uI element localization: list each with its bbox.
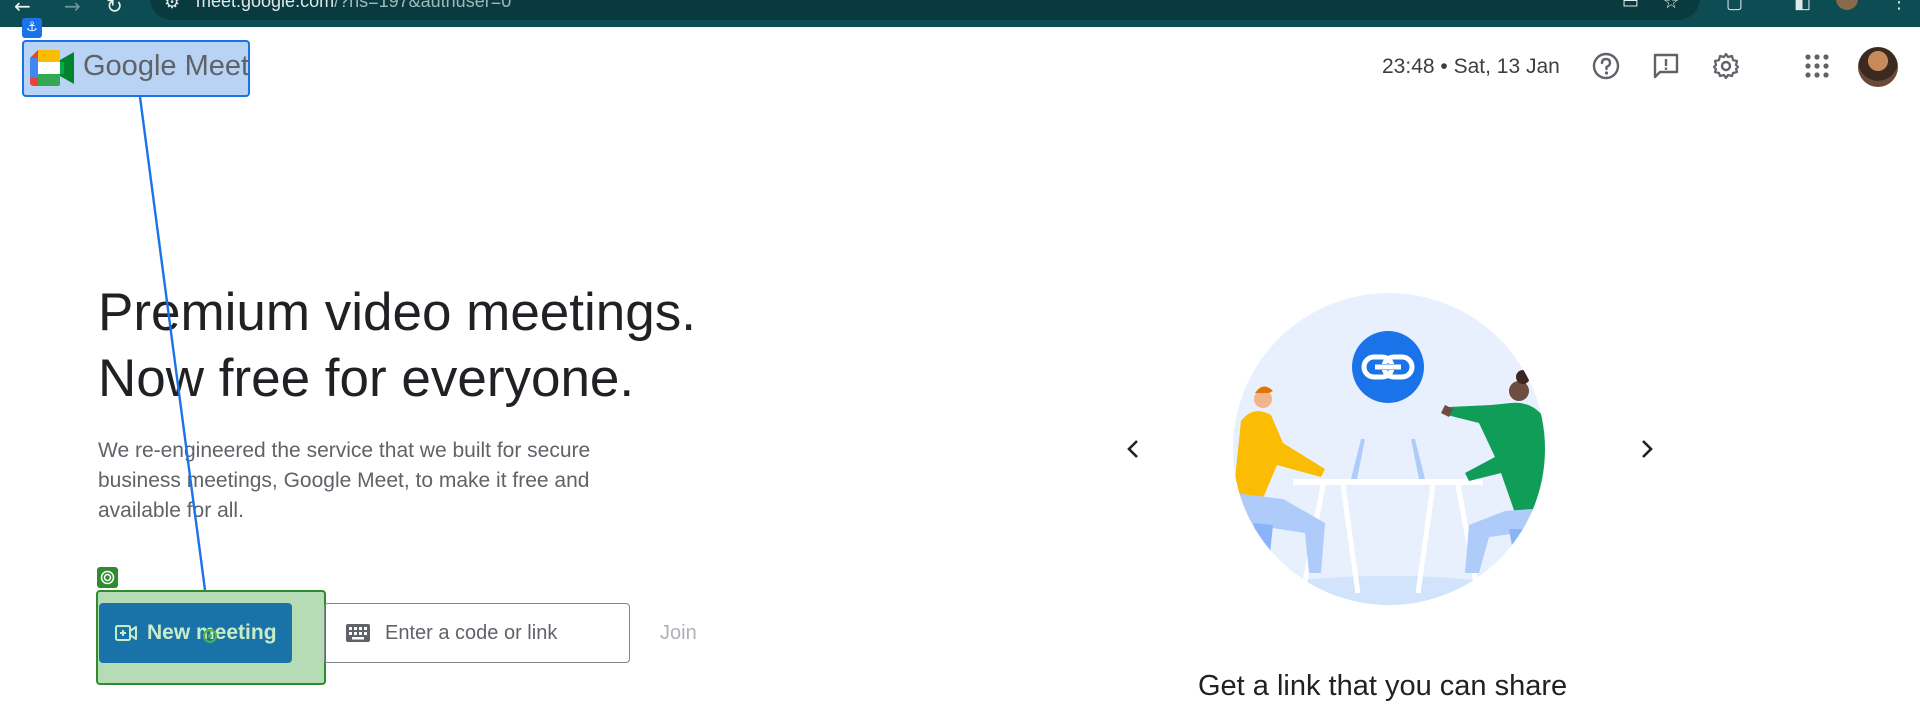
browser-menu-icon[interactable]: ⋮: [1890, 0, 1908, 13]
headline-line-2: Now free for everyone.: [98, 349, 635, 408]
keyboard-icon: [346, 624, 370, 642]
chevron-right-icon: [1642, 440, 1653, 458]
meeting-code-field[interactable]: [324, 603, 630, 663]
url-host: meet.google.com: [196, 0, 335, 11]
new-meeting-button[interactable]: New meeting: [99, 603, 292, 663]
site-info-icon[interactable]: ⚙: [164, 0, 180, 13]
carousel-previous-button[interactable]: [1117, 433, 1149, 465]
apps-grid-icon[interactable]: [1801, 50, 1833, 82]
feedback-icon[interactable]: [1650, 50, 1682, 82]
chevron-left-icon: [1127, 440, 1138, 458]
browser-toolbar: ← → ↻ ⚙ meet.google.com/?hs=197&authuser…: [0, 0, 1920, 27]
carousel-next-button[interactable]: [1631, 433, 1663, 465]
forward-icon[interactable]: →: [64, 0, 81, 18]
meeting-code-input[interactable]: [385, 621, 605, 645]
video-add-icon: [115, 625, 137, 641]
url-text[interactable]: meet.google.com/?hs=197&authuser=0: [196, 0, 511, 12]
current-datetime: 23:48 • Sat, 13 Jan: [1382, 55, 1560, 78]
cast-icon[interactable]: ▭: [1622, 0, 1639, 13]
page-description: We re-engineered the service that we bui…: [98, 439, 591, 522]
google-meet-logo-icon[interactable]: [30, 50, 74, 86]
logo-meet-text: Meet: [184, 50, 250, 82]
reload-icon[interactable]: ↻: [106, 0, 123, 18]
profile-avatar-small[interactable]: [1836, 0, 1858, 10]
url-path: /?hs=197&authuser=0: [334, 0, 512, 11]
anchor-icon: ⚓: [22, 18, 42, 38]
product-name[interactable]: Google Meet: [83, 50, 249, 83]
logo-google-text: Google: [83, 50, 177, 82]
page-headline: Premium video meetings. Now free for eve…: [98, 280, 696, 412]
meeting-link-illustration: [1233, 293, 1545, 605]
settings-gear-icon[interactable]: [1710, 50, 1742, 82]
target-icon: [97, 567, 118, 588]
join-button[interactable]: Join: [660, 622, 697, 645]
account-avatar[interactable]: [1858, 47, 1898, 87]
carousel-caption: Get a link that you can share: [1198, 670, 1568, 702]
bookmark-star-icon[interactable]: ☆: [1663, 0, 1679, 13]
back-icon[interactable]: ←: [14, 0, 31, 18]
download-icon[interactable]: ▢: [1726, 0, 1743, 13]
headline-line-1: Premium video meetings.: [98, 283, 696, 342]
new-meeting-label: New meeting: [147, 621, 277, 644]
sidepanel-icon[interactable]: ◧: [1794, 0, 1811, 13]
help-icon[interactable]: [1590, 50, 1622, 82]
